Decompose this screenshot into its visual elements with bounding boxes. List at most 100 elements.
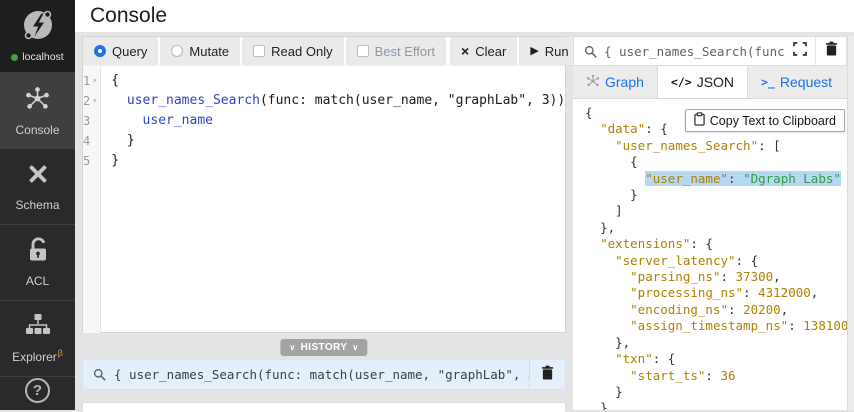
read-only-checkbox-option[interactable]: Read Only: [242, 37, 344, 65]
radio-checked-icon[interactable]: [94, 45, 106, 57]
results-tabbar: Graph </> JSON >_ Request: [573, 66, 847, 99]
run-play-icon: ▶: [530, 44, 539, 57]
code-editor[interactable]: 1 ▾ 2 ▾ 3 4 5 { user_names_Search(func: ma…: [83, 66, 581, 333]
fold-arrow-icon[interactable]: ▾: [90, 91, 99, 111]
results-query-preview: { user_names_Search(func: match(...: [604, 43, 785, 59]
trash-icon: [825, 41, 838, 61]
beta-badge: β: [57, 348, 63, 358]
terminal-prompt-icon: >_: [761, 75, 775, 89]
clipboard-icon: [694, 112, 705, 129]
sidebar-item-label: Console: [15, 122, 60, 137]
sidebar-item-schema[interactable]: Schema: [0, 149, 75, 225]
sidebar-item-label: ACL: [25, 274, 50, 288]
json-line: }: [615, 383, 623, 399]
line-number: 3: [83, 114, 91, 128]
trash-icon: [541, 365, 554, 385]
page-title: Console: [90, 4, 168, 27]
expand-fullscreen-button[interactable]: [785, 37, 815, 65]
json-line: "user_names_Search": [: [615, 137, 781, 153]
query-text[interactable]: { user_names_Search(func: match(user_nam…: [101, 66, 581, 333]
sidebar-item-acl[interactable]: ACL: [0, 225, 75, 301]
json-line: "assign_timestamp_ns": 1381000: [630, 318, 847, 334]
highlighted-json-value: "user_name": "Dgraph Labs": [645, 170, 841, 186]
read-only-label: Read Only: [271, 43, 333, 59]
json-line: "parsing_ns": 37300,: [630, 269, 781, 285]
code-line: user_names_Search(func: match(user_name,…: [126, 93, 581, 108]
line-number: 5: [83, 154, 91, 168]
tab-graph-label: Graph: [605, 74, 644, 90]
tab-request-label: Request: [779, 74, 833, 90]
header: Console: [75, 0, 854, 33]
json-line: ]: [615, 203, 623, 219]
help-button[interactable]: ?: [25, 378, 50, 403]
tab-json[interactable]: </> JSON: [656, 66, 749, 98]
query-radio-option[interactable]: Query: [83, 37, 159, 65]
sidebar-item-label: Explorerβ: [12, 348, 63, 364]
sidebar-item-label: Schema: [15, 198, 60, 212]
json-line: }: [600, 400, 608, 410]
clear-button-label: Clear: [475, 43, 507, 59]
json-line: "user_name": "Dgraph Labs": [585, 170, 847, 187]
chevron-down-icon: ∨: [352, 343, 359, 352]
tab-graph[interactable]: Graph: [573, 66, 657, 98]
code-line: }: [111, 153, 120, 168]
copy-button-label: Copy Text to Clipboard: [709, 113, 836, 128]
hierarchy-tree-icon: [25, 313, 51, 342]
line-number: 1 ▾: [83, 71, 100, 91]
host-label: localhost: [22, 51, 64, 63]
sidebar: localhost Console Schema ACL Explorerβ ?: [0, 0, 75, 410]
scrollbar[interactable]: [847, 36, 854, 410]
json-line: }: [630, 187, 638, 203]
sidebar-item-console[interactable]: Console: [0, 73, 75, 149]
best-effort-checkbox-option[interactable]: Best Effort: [345, 37, 447, 65]
tab-request[interactable]: >_ Request: [748, 66, 845, 98]
search-icon: [584, 45, 597, 58]
clear-x-icon: ×: [461, 43, 470, 59]
question-mark-icon: ?: [32, 382, 43, 399]
mutate-radio-label: Mutate: [189, 43, 230, 59]
dgraph-logo-icon: [20, 7, 56, 48]
search-icon: [93, 368, 106, 381]
json-line: "processing_ns": 4312000,: [630, 285, 819, 301]
json-line: "server_latency": {: [615, 252, 759, 268]
schema-tools-icon: [25, 161, 51, 192]
sidebar-item-explorer[interactable]: Explorerβ: [0, 301, 75, 377]
radio-unchecked-icon[interactable]: [171, 45, 184, 57]
json-line: "txn": {: [615, 351, 676, 367]
json-line: "extensions": {: [600, 236, 713, 252]
checkbox-icon[interactable]: [356, 45, 369, 57]
host-status: localhost: [11, 51, 64, 63]
clear-results-button[interactable]: [816, 37, 846, 65]
delete-history-entry-button[interactable]: [529, 360, 565, 389]
code-brackets-icon: </>: [670, 75, 692, 89]
chevron-down-icon: ∨: [289, 343, 296, 352]
json-line: },: [615, 334, 631, 350]
editor-toolbar: Query Mutate Read Only Best Effort × Cle…: [83, 37, 580, 66]
query-radio-label: Query: [112, 43, 148, 59]
history-entry-partial[interactable]: [82, 402, 566, 412]
history-toggle-button[interactable]: ∨ HISTORY ∨: [280, 339, 368, 356]
code-line: }: [111, 133, 135, 148]
graph-icon: [586, 74, 600, 91]
history-entry-query: { user_names_Search(func: match(user_nam…: [114, 367, 529, 382]
code-line: {: [111, 73, 120, 88]
connection-status-dot: [11, 53, 19, 61]
line-number: 2 ▾: [83, 91, 100, 111]
json-output[interactable]: { "data": { "user_names_Search": [ { "us…: [573, 99, 847, 410]
mutate-radio-option[interactable]: Mutate: [160, 37, 241, 65]
unlocked-padlock-icon: [26, 237, 50, 268]
fold-arrow-icon[interactable]: ▾: [90, 71, 99, 91]
copy-to-clipboard-button[interactable]: Copy Text to Clipboard: [684, 109, 845, 132]
sidebar-brand[interactable]: localhost: [0, 0, 75, 73]
checkbox-icon[interactable]: [253, 45, 266, 57]
best-effort-label: Best Effort: [374, 43, 436, 59]
clear-button[interactable]: × Clear: [450, 37, 518, 65]
tab-json-label: JSON: [696, 74, 735, 90]
json-line: "encoding_ns": 20200,: [630, 301, 789, 317]
line-number: 4: [83, 134, 91, 148]
history-toggle-label: HISTORY: [300, 342, 348, 353]
history-entry[interactable]: { user_names_Search(func: match(user_nam…: [82, 359, 566, 390]
run-button[interactable]: ▶ Run: [519, 37, 580, 65]
json-line: "start_ts": 36: [630, 367, 736, 383]
json-line: {: [630, 154, 638, 170]
